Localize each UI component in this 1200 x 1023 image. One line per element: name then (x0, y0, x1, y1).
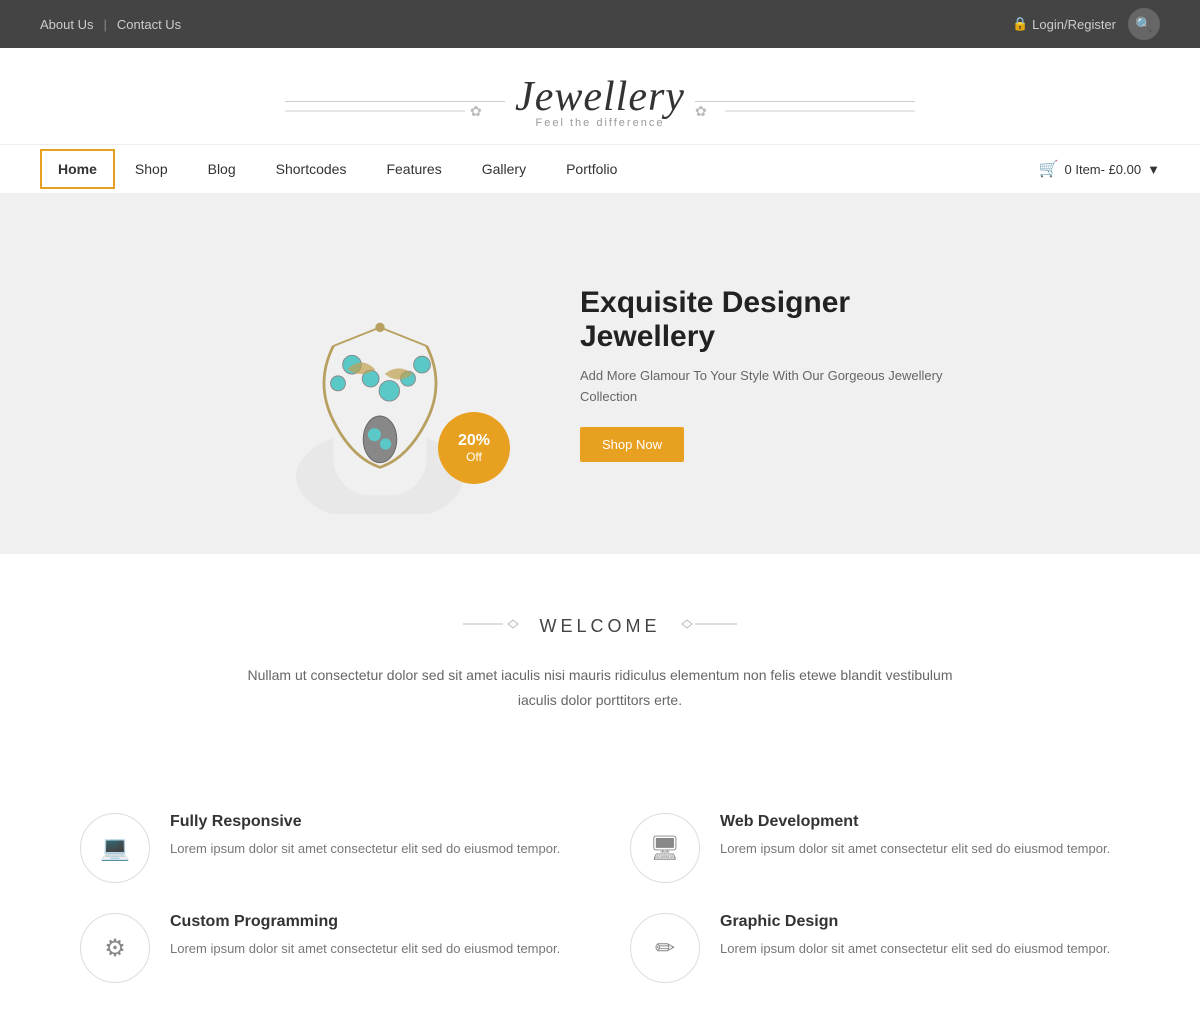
nav-item-blog[interactable]: Blog (188, 145, 256, 193)
hero-subtitle: Add More Glamour To Your Style With Our … (580, 366, 960, 408)
nav-links: Home Shop Blog Shortcodes Features Galle… (40, 145, 637, 193)
brand-tagline: Feel the difference (515, 117, 685, 129)
divider: | (103, 17, 106, 32)
feature-icon-2: ⚙ (80, 913, 150, 983)
shop-now-button[interactable]: Shop Now (580, 427, 684, 462)
nav-item-gallery[interactable]: Gallery (462, 145, 546, 193)
feature-icon-1: 🖥 (630, 813, 700, 883)
feature-content-1: Web Development Lorem ipsum dolor sit am… (720, 813, 1110, 860)
discount-off: Off (466, 450, 482, 464)
welcome-deco-left (463, 614, 523, 639)
hero-content: Exquisite Designer Jewellery Add More Gl… (580, 286, 960, 463)
lock-icon: 🔒 (1012, 16, 1028, 32)
logo-line-right: ✿ (695, 101, 915, 102)
feature-item-1: 🖥 Web Development Lorem ipsum dolor sit … (630, 813, 1120, 883)
feature-content-0: Fully Responsive Lorem ipsum dolor sit a… (170, 813, 560, 860)
hero-title-bold: Exquisite (580, 286, 713, 319)
cart-area[interactable]: 🛒 0 Item- £0.00 ▼ (1039, 159, 1160, 179)
top-bar: About Us | Contact Us 🔒 Login/Register 🔍 (0, 0, 1200, 48)
nav-item-shortcodes[interactable]: Shortcodes (256, 145, 367, 193)
hero-section: 20% Off Exquisite Designer Jewellery Add… (0, 194, 1200, 554)
feature-title-0: Fully Responsive (170, 813, 560, 831)
welcome-section: WELCOME Nullam ut consectetur dolor sed … (0, 554, 1200, 793)
feature-desc-0: Lorem ipsum dolor sit amet consectetur e… (170, 839, 560, 860)
feature-title-3: Graphic Design (720, 913, 1110, 931)
main-nav: Home Shop Blog Shortcodes Features Galle… (0, 144, 1200, 194)
about-link[interactable]: About Us (40, 17, 93, 32)
nav-item-features[interactable]: Features (366, 145, 461, 193)
contact-link[interactable]: Contact Us (117, 17, 181, 32)
feature-title-2: Custom Programming (170, 913, 560, 931)
welcome-heading: WELCOME (120, 614, 1080, 639)
welcome-deco-right (677, 614, 737, 639)
discount-badge: 20% Off (438, 412, 510, 484)
feature-content-3: Graphic Design Lorem ipsum dolor sit ame… (720, 913, 1110, 960)
feature-item-3: ✏ Graphic Design Lorem ipsum dolor sit a… (630, 913, 1120, 983)
nav-item-portfolio[interactable]: Portfolio (546, 145, 637, 193)
svg-text:✿: ✿ (470, 103, 482, 119)
logo-line-left: ✿ (285, 101, 505, 102)
logo-area: ✿ Jewellery Feel the difference ✿ (0, 48, 1200, 144)
feature-desc-1: Lorem ipsum dolor sit amet consectetur e… (720, 839, 1110, 860)
nav-item-home[interactable]: Home (40, 149, 115, 189)
discount-percent: 20% (458, 431, 490, 450)
top-bar-links: About Us | Contact Us (40, 17, 181, 32)
brand-name: Jewellery (515, 73, 685, 121)
cart-label: 0 Item- £0.00 (1065, 162, 1142, 177)
feature-title-1: Web Development (720, 813, 1110, 831)
features-grid: 💻 Fully Responsive Lorem ipsum dolor sit… (0, 793, 1200, 1023)
search-icon: 🔍 (1135, 16, 1152, 33)
feature-desc-2: Lorem ipsum dolor sit amet consectetur e… (170, 939, 560, 960)
hero-title: Exquisite Designer Jewellery (580, 286, 960, 354)
logo-decoration: ✿ Jewellery Feel the difference ✿ (40, 73, 1160, 129)
nav-item-shop[interactable]: Shop (115, 145, 188, 193)
logo-text-area: Jewellery Feel the difference (515, 73, 685, 129)
cart-icon: 🛒 (1039, 159, 1059, 179)
welcome-title: WELCOME (539, 616, 660, 637)
svg-text:✿: ✿ (695, 103, 707, 119)
feature-icon-0: 💻 (80, 813, 150, 883)
feature-item-2: ⚙ Custom Programming Lorem ipsum dolor s… (80, 913, 570, 983)
search-button[interactable]: 🔍 (1128, 8, 1160, 40)
feature-icon-3: ✏ (630, 913, 700, 983)
top-bar-right: 🔒 Login/Register 🔍 (1012, 8, 1160, 40)
feature-content-2: Custom Programming Lorem ipsum dolor sit… (170, 913, 560, 960)
feature-desc-3: Lorem ipsum dolor sit amet consectetur e… (720, 939, 1110, 960)
welcome-text: Nullam ut consectetur dolor sed sit amet… (240, 663, 960, 713)
hero-image-area: 20% Off (240, 234, 520, 514)
login-link[interactable]: 🔒 Login/Register (1012, 16, 1116, 32)
feature-item-0: 💻 Fully Responsive Lorem ipsum dolor sit… (80, 813, 570, 883)
cart-dropdown-icon: ▼ (1147, 162, 1160, 177)
